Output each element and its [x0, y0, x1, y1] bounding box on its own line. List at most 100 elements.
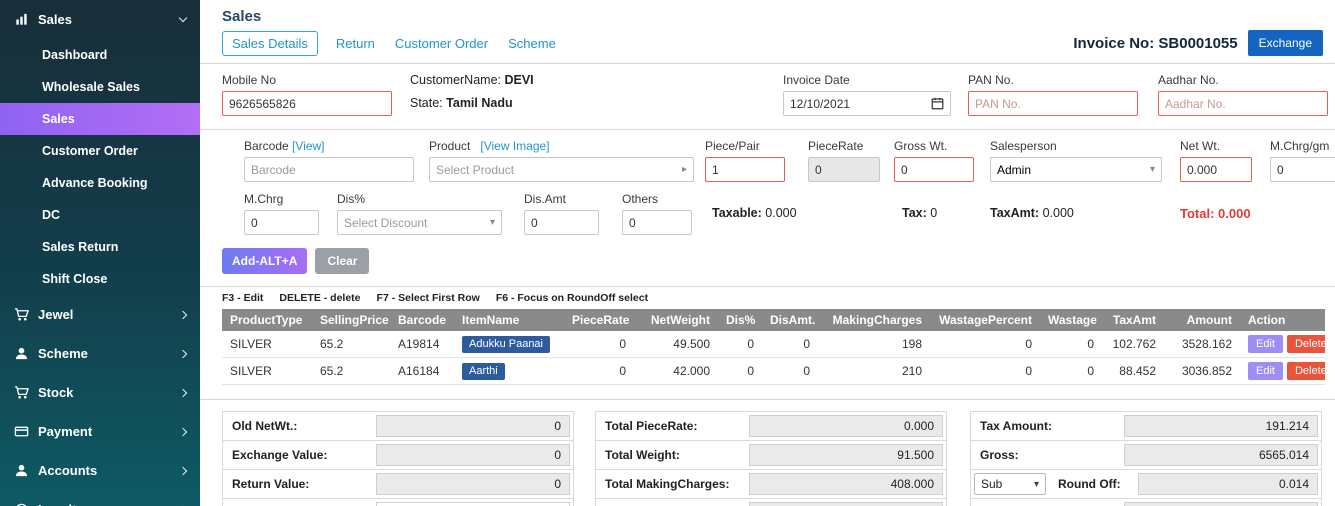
customer-name-label: CustomerName:	[410, 73, 501, 87]
calendar-icon[interactable]	[931, 97, 944, 110]
gross-field: 6565.014	[1124, 444, 1318, 466]
tab-sales-details[interactable]: Sales Details	[222, 31, 318, 56]
mchrg-input[interactable]	[244, 210, 319, 235]
tab-scheme[interactable]: Scheme	[506, 32, 558, 55]
invoice-date-input[interactable]: 12/10/2021	[783, 91, 951, 116]
mobile-no-input[interactable]	[222, 91, 392, 116]
net-wt-input[interactable]	[1180, 157, 1252, 182]
table-row[interactable]: SILVER 65.2 A16184 Aarthi 0 42.000 0 0 2…	[222, 358, 1325, 385]
barcode-view-link[interactable]: [View]	[292, 139, 324, 153]
add-button[interactable]: Add-ALT+A	[222, 248, 307, 274]
tax-label: Tax:	[902, 206, 927, 220]
total-making-charges-row: Total MakingCharges: 408.000	[595, 469, 947, 499]
barcode-input[interactable]	[244, 157, 414, 182]
dis-amt-input[interactable]	[524, 210, 599, 235]
delete-button[interactable]: Delete	[1287, 335, 1325, 353]
col-wastage: Wastage	[1040, 309, 1102, 331]
total-making-charges-label: Total MakingCharges:	[596, 470, 746, 498]
totals-section: Old NetWt.: 0 Exchange Value: 0 Return V…	[200, 399, 1335, 506]
cart-icon	[14, 385, 29, 400]
sidebar-item-jewel[interactable]: Jewel	[0, 295, 200, 334]
gross-wt-input[interactable]	[894, 157, 974, 182]
tax-value: 0	[930, 206, 937, 220]
total-piecerate-field: 0.000	[749, 415, 943, 437]
others-input[interactable]	[622, 210, 692, 235]
total-label: Total:	[1180, 206, 1214, 221]
sidebar-subitem-dashboard[interactable]: Dashboard	[0, 39, 200, 71]
taxamt-value: 0.000	[1043, 206, 1074, 220]
table-row[interactable]: SILVER 65.2 A19814 Adukku Paanai 0 49.50…	[222, 331, 1325, 358]
sidebar-item-sales[interactable]: Sales	[0, 0, 200, 39]
aadhar-no-input[interactable]	[1158, 91, 1328, 116]
total-wastage-row: Total Wastage: 0.000	[595, 498, 947, 506]
customer-name-value: DEVI	[504, 73, 533, 87]
mchrg-label: M.Chrg	[244, 192, 319, 206]
exchange-value-field: 0	[376, 444, 570, 466]
net-total-field: 6565.014	[1124, 502, 1318, 506]
edit-button[interactable]: Edit	[1248, 362, 1283, 380]
state-value: Tamil Nadu	[446, 96, 512, 110]
salesperson-select[interactable]: Admin ▾	[990, 157, 1162, 182]
exchange-value-row: Exchange Value: 0	[222, 440, 574, 470]
sidebar-subitem-customer-order[interactable]: Customer Order	[0, 135, 200, 167]
sidebar-item-accounts[interactable]: Accounts	[0, 451, 200, 490]
sidebar-item-label: Loyalty	[38, 502, 84, 506]
col-wastage-percent: WastagePercent	[930, 309, 1040, 331]
total-wastage-label: Total Wastage:	[596, 499, 746, 506]
sidebar-subitem-shift-close[interactable]: Shift Close	[0, 263, 200, 295]
sidebar-item-scheme[interactable]: Scheme	[0, 334, 200, 373]
edit-button[interactable]: Edit	[1248, 335, 1283, 353]
sidebar-subitem-sales-return[interactable]: Sales Return	[0, 231, 200, 263]
old-netwt-label: Old NetWt.:	[223, 412, 373, 440]
chevron-right-icon	[179, 310, 187, 318]
col-barcode: Barcode	[390, 309, 454, 331]
chevron-right-icon	[179, 427, 187, 435]
total-piecerate-label: Total PieceRate:	[596, 412, 746, 440]
keyboard-hints: F3 - EditDELETE - deleteF7 - Select Firs…	[200, 286, 1335, 307]
sidebar-subitem-advance-booking[interactable]: Advance Booking	[0, 167, 200, 199]
tab-customer-order[interactable]: Customer Order	[393, 32, 490, 55]
sidebar-subitem-wholesale-sales[interactable]: Wholesale Sales	[0, 71, 200, 103]
discount-author-row: Discount Author Select Salesperson ▾	[222, 498, 574, 506]
piece-pair-input[interactable]	[705, 157, 785, 182]
sidebar-item-payment[interactable]: Payment	[0, 412, 200, 451]
tab-return[interactable]: Return	[334, 32, 377, 55]
mchrg-gm-label: M.Chrg/gm	[1270, 139, 1335, 153]
gross-row: Gross: 6565.014	[970, 440, 1322, 470]
product-select[interactable]: Select Product ▸	[429, 157, 694, 182]
piece-pair-label: Piece/Pair	[705, 139, 785, 153]
pan-no-input[interactable]	[968, 91, 1138, 116]
round-mode-select[interactable]: Sub ▾	[974, 473, 1046, 495]
discount-author-select[interactable]: Select Salesperson ▾	[376, 502, 570, 506]
invoice-date-label: Invoice Date	[783, 73, 951, 87]
sidebar: Sales Dashboard Wholesale Sales Sales Cu…	[0, 0, 200, 506]
sidebar-item-label: Jewel	[38, 307, 73, 322]
sidebar-item-label: Sales	[38, 12, 72, 27]
mchrg-gm-input[interactable]	[1270, 157, 1335, 182]
exchange-button[interactable]: Exchange	[1248, 30, 1323, 56]
return-value-row: Return Value: 0	[222, 469, 574, 499]
net-total-row: Net Total: 6565.014	[970, 498, 1322, 506]
page-title: Sales	[222, 8, 1323, 25]
dis-pct-label: Dis%	[337, 192, 502, 206]
discount-select[interactable]: Select Discount ▾	[337, 210, 502, 235]
total-weight-field: 91.500	[749, 444, 943, 466]
col-dis-amt: DisAmt.	[762, 309, 818, 331]
sidebar-item-stock[interactable]: Stock	[0, 373, 200, 412]
view-image-link[interactable]: [View Image]	[480, 139, 549, 153]
aadhar-no-label: Aadhar No.	[1158, 73, 1328, 87]
sidebar-item-loyalty[interactable]: Loyalty	[0, 490, 200, 506]
taxable-value: 0.000	[765, 206, 796, 220]
sidebar-subitem-sales[interactable]: Sales	[0, 103, 200, 135]
return-value-field: 0	[376, 473, 570, 495]
tax-amount-field: 191.214	[1124, 415, 1318, 437]
delete-button[interactable]: Delete	[1287, 362, 1325, 380]
old-netwt-row: Old NetWt.: 0	[222, 411, 574, 441]
chevron-down-icon: ▾	[1150, 164, 1155, 175]
col-selling-price: SellingPrice	[312, 309, 390, 331]
clear-button[interactable]: Clear	[315, 248, 369, 274]
sidebar-subitem-dc[interactable]: DC	[0, 199, 200, 231]
piece-rate-label: PieceRate	[808, 139, 880, 153]
col-tax-amt: TaxAmt	[1102, 309, 1164, 331]
bar-chart-icon	[14, 12, 29, 27]
